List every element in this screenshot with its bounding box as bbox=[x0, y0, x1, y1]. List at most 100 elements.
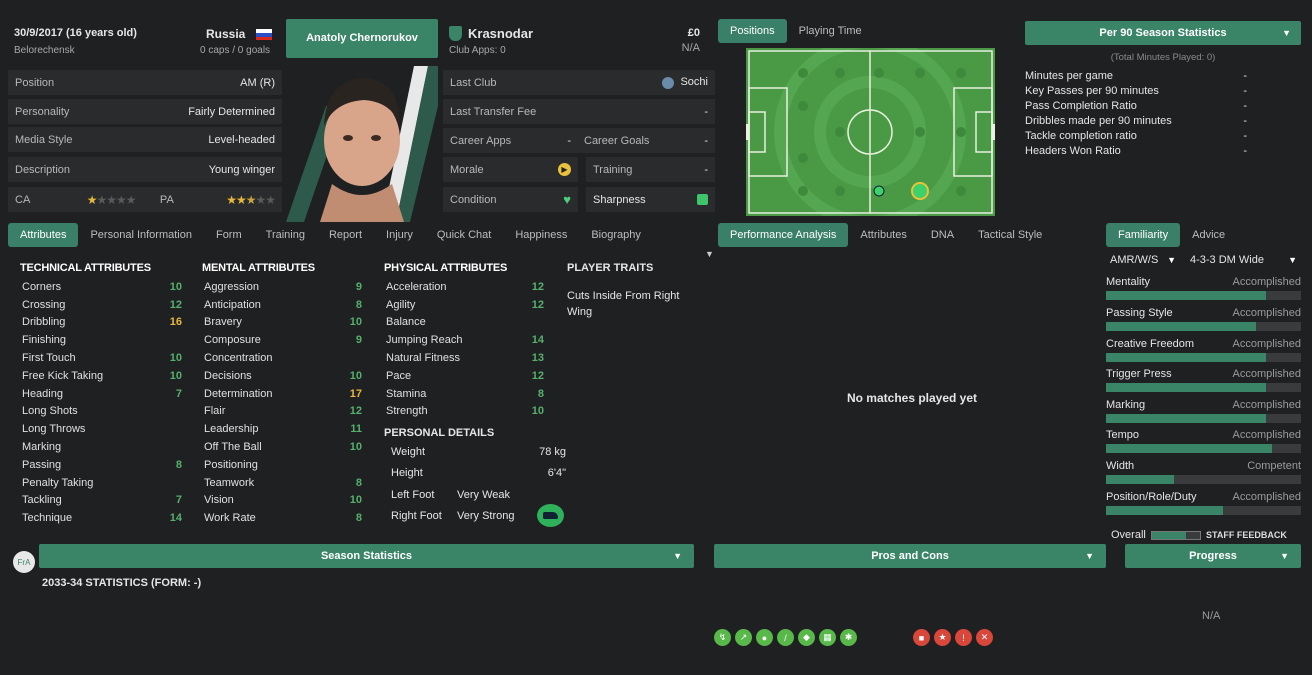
attribute-row[interactable]: Finishing bbox=[20, 331, 182, 349]
attribute-name: Crossing bbox=[22, 298, 66, 311]
attribute-row[interactable]: Natural Fitness 13 bbox=[384, 349, 544, 367]
tab-form[interactable]: Form bbox=[204, 223, 254, 247]
tab-injury[interactable]: Injury bbox=[374, 223, 425, 247]
tab-quick-chat[interactable]: Quick Chat bbox=[425, 223, 503, 247]
per90-row: Headers Won Ratio - bbox=[1025, 144, 1247, 157]
attribute-row[interactable]: Positioning bbox=[202, 456, 362, 474]
morale-row[interactable]: Morale ▶ bbox=[443, 157, 578, 182]
training-row[interactable]: Training - bbox=[586, 157, 715, 182]
pro-icon-6[interactable]: ▦ bbox=[819, 629, 836, 646]
attribute-row[interactable]: Marking bbox=[20, 438, 182, 456]
attribute-row[interactable]: Concentration bbox=[202, 349, 362, 367]
attribute-value: 10 bbox=[349, 316, 362, 329]
attribute-row[interactable]: Composure 9 bbox=[202, 331, 362, 349]
attribute-row[interactable]: Flair 12 bbox=[202, 403, 362, 421]
familiarity-status: Accomplished bbox=[1232, 368, 1301, 380]
attribute-row[interactable]: Jumping Reach 14 bbox=[384, 331, 544, 349]
tab-happiness[interactable]: Happiness bbox=[503, 223, 579, 247]
attribute-name: Agility bbox=[386, 298, 416, 311]
attribute-row[interactable]: Passing 8 bbox=[20, 456, 182, 474]
attribute-value: 12 bbox=[169, 298, 182, 311]
tab-report[interactable]: Report bbox=[317, 223, 374, 247]
attribute-row[interactable]: Determination 17 bbox=[202, 385, 362, 403]
attribute-name: Marking bbox=[22, 441, 62, 454]
pros-cons-dropdown[interactable]: Pros and Cons ▼ bbox=[714, 544, 1106, 568]
tab-performance-analysis[interactable]: Performance Analysis bbox=[718, 223, 849, 247]
tactic-select[interactable]: 4-3-3 DM Wide ▼ bbox=[1186, 250, 1301, 270]
attribute-row[interactable]: Technique 14 bbox=[20, 509, 182, 527]
pro-icon-5[interactable]: ◆ bbox=[798, 629, 815, 646]
familiarity-status: Accomplished bbox=[1232, 429, 1301, 441]
attribute-row[interactable]: Corners 10 bbox=[20, 278, 182, 296]
attribute-row[interactable]: Tackling 7 bbox=[20, 492, 182, 510]
attribute-row[interactable]: Acceleration 12 bbox=[384, 278, 544, 296]
tab-attributes[interactable]: Attributes bbox=[8, 223, 79, 247]
pro-icon-4[interactable]: / bbox=[777, 629, 794, 646]
tab-advice[interactable]: Advice bbox=[1180, 223, 1237, 247]
pitch-tabs: Positions Playing Time bbox=[718, 19, 874, 43]
ca-label: CA bbox=[15, 193, 31, 206]
tab-training[interactable]: Training bbox=[254, 223, 317, 247]
attribute-row[interactable]: Anticipation 8 bbox=[202, 296, 362, 314]
last-club-value[interactable]: Sochi bbox=[680, 76, 708, 88]
trait-item[interactable]: Cuts Inside From Right Wing bbox=[567, 288, 697, 320]
season-statistics-dropdown[interactable]: Season Statistics ▼ bbox=[39, 544, 694, 568]
attribute-row[interactable]: Teamwork 8 bbox=[202, 474, 362, 492]
attribute-row[interactable]: Bravery 10 bbox=[202, 314, 362, 332]
attribute-row[interactable]: Work Rate 8 bbox=[202, 509, 362, 527]
attribute-value: 9 bbox=[355, 334, 362, 347]
attribute-name: Balance bbox=[386, 316, 426, 329]
heart-icon: ♥ bbox=[563, 192, 571, 207]
con-icon-1[interactable]: ■ bbox=[913, 629, 930, 646]
con-icon-4[interactable]: ✕ bbox=[976, 629, 993, 646]
tab-attributes-analysis[interactable]: Attributes bbox=[848, 223, 918, 247]
attribute-row[interactable]: Balance bbox=[384, 314, 544, 332]
attribute-row[interactable]: Long Shots bbox=[20, 403, 182, 421]
attribute-row[interactable]: Long Throws bbox=[20, 420, 182, 438]
overall-label: Overall bbox=[1111, 529, 1146, 541]
attribute-row[interactable]: Heading 7 bbox=[20, 385, 182, 403]
pro-icon-3[interactable]: ● bbox=[756, 629, 773, 646]
attribute-row[interactable]: Agility 12 bbox=[384, 296, 544, 314]
pro-icon-7[interactable]: ✱ bbox=[840, 629, 857, 646]
club-name[interactable]: Krasnodar bbox=[468, 26, 533, 41]
tabs-overflow-chevron-icon[interactable]: ▼ bbox=[705, 249, 714, 259]
attribute-value: 10 bbox=[349, 369, 362, 382]
per90-dropdown[interactable]: Per 90 Season Statistics ▼ bbox=[1025, 21, 1301, 45]
familiarity-label: Creative Freedom bbox=[1106, 338, 1195, 350]
attribute-row[interactable]: Dribbling 16 bbox=[20, 314, 182, 332]
attribute-row[interactable]: First Touch 10 bbox=[20, 349, 182, 367]
attribute-row[interactable]: Leadership 11 bbox=[202, 420, 362, 438]
familiarity-row: Position/Role/Duty Accomplished bbox=[1106, 491, 1301, 515]
con-icon-3[interactable]: ! bbox=[955, 629, 972, 646]
player-name-button[interactable]: Anatoly Chernorukov bbox=[286, 19, 438, 58]
pro-icon-2[interactable]: ↗ bbox=[735, 629, 752, 646]
tab-tactical-style[interactable]: Tactical Style bbox=[966, 223, 1054, 247]
staff-feedback-link[interactable]: STAFF FEEDBACK bbox=[1206, 530, 1287, 540]
tab-familiarity[interactable]: Familiarity bbox=[1106, 223, 1181, 247]
attribute-row[interactable]: Off The Ball 10 bbox=[202, 438, 362, 456]
attribute-row[interactable]: Pace 12 bbox=[384, 367, 544, 385]
tab-positions[interactable]: Positions bbox=[718, 19, 787, 43]
tab-dna[interactable]: DNA bbox=[919, 223, 966, 247]
attribute-row[interactable]: Aggression 9 bbox=[202, 278, 362, 296]
attribute-row[interactable]: Strength 10 bbox=[384, 403, 544, 421]
tab-personal-information[interactable]: Personal Information bbox=[78, 223, 204, 247]
attribute-row[interactable]: Vision 10 bbox=[202, 492, 362, 510]
boot-icon bbox=[537, 504, 564, 527]
attribute-row[interactable]: Penalty Taking bbox=[20, 474, 182, 492]
player-nation[interactable]: Russia bbox=[206, 27, 245, 41]
tab-biography[interactable]: Biography bbox=[579, 223, 653, 247]
progress-dropdown[interactable]: Progress ▼ bbox=[1125, 544, 1301, 568]
tab-playing-time[interactable]: Playing Time bbox=[787, 19, 874, 43]
con-icon-2[interactable]: ★ bbox=[934, 629, 951, 646]
pro-icon-1[interactable]: ↯ bbox=[714, 629, 731, 646]
attribute-name: Vision bbox=[204, 494, 234, 507]
attribute-name: Flair bbox=[204, 405, 226, 418]
attribute-row[interactable]: Crossing 12 bbox=[20, 296, 182, 314]
attribute-row[interactable]: Stamina 8 bbox=[384, 385, 544, 403]
attribute-row[interactable]: Free Kick Taking 10 bbox=[20, 367, 182, 385]
role-select[interactable]: AMR/W/S ▼ bbox=[1106, 250, 1180, 270]
attribute-row[interactable]: Decisions 10 bbox=[202, 367, 362, 385]
right-foot-label: Right Foot bbox=[391, 510, 442, 522]
